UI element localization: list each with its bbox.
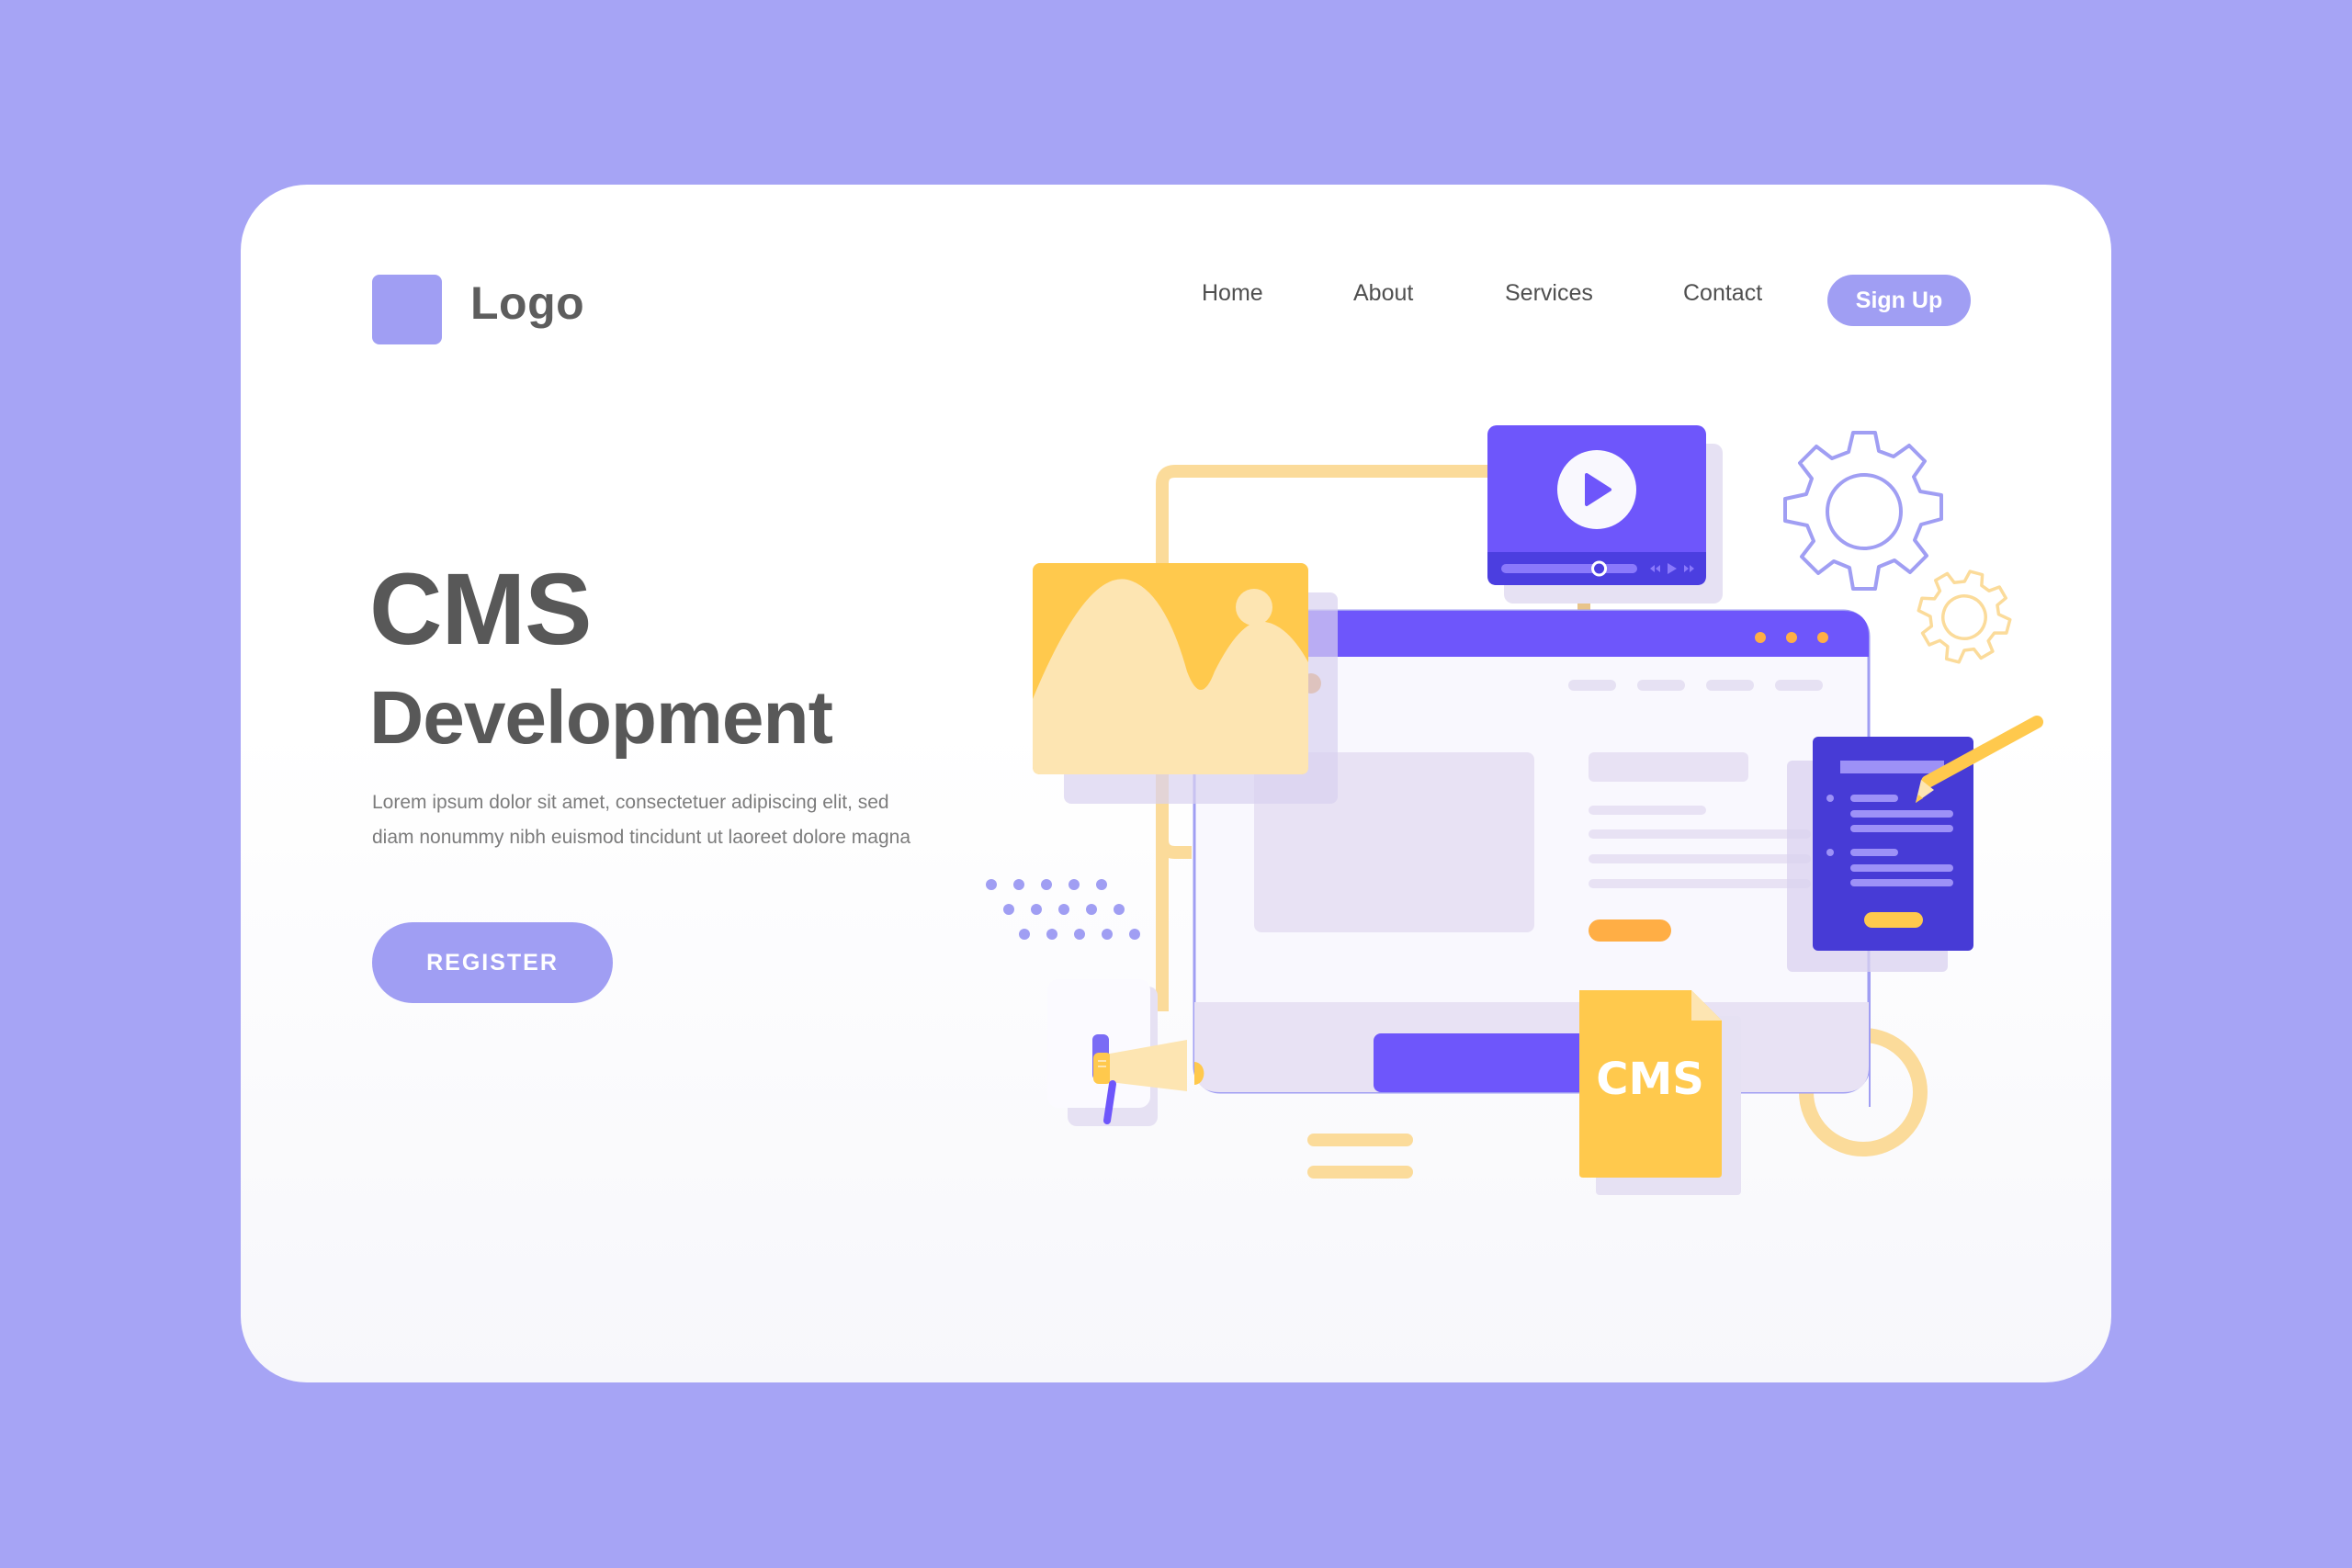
- video-progress-thumb[interactable]: [1591, 560, 1608, 577]
- content-button-placeholder: [1589, 919, 1671, 942]
- cms-illustration: CMS: [986, 425, 2043, 1195]
- megaphone-icon: [1047, 979, 1204, 1126]
- video-player: [1487, 425, 1723, 604]
- window-dot: [1786, 632, 1797, 643]
- landing-card: Logo Home About Services Contact Sign Up…: [241, 185, 2111, 1382]
- gear-icon-small: [1917, 570, 2012, 664]
- gear-icon-large: [1783, 431, 1943, 591]
- window-dot: [1817, 632, 1828, 643]
- cms-file-label: CMS: [1596, 1054, 1704, 1105]
- window-dot: [1755, 632, 1766, 643]
- video-progress-track[interactable]: [1501, 564, 1637, 573]
- decorative-line: [1307, 1166, 1413, 1179]
- image-icon: [1033, 563, 1338, 804]
- decorative-line: [1307, 1134, 1413, 1146]
- connector-line-left: [1156, 839, 1192, 1011]
- cms-file-icon: CMS: [1579, 990, 1741, 1195]
- dots-pattern: [986, 879, 1140, 940]
